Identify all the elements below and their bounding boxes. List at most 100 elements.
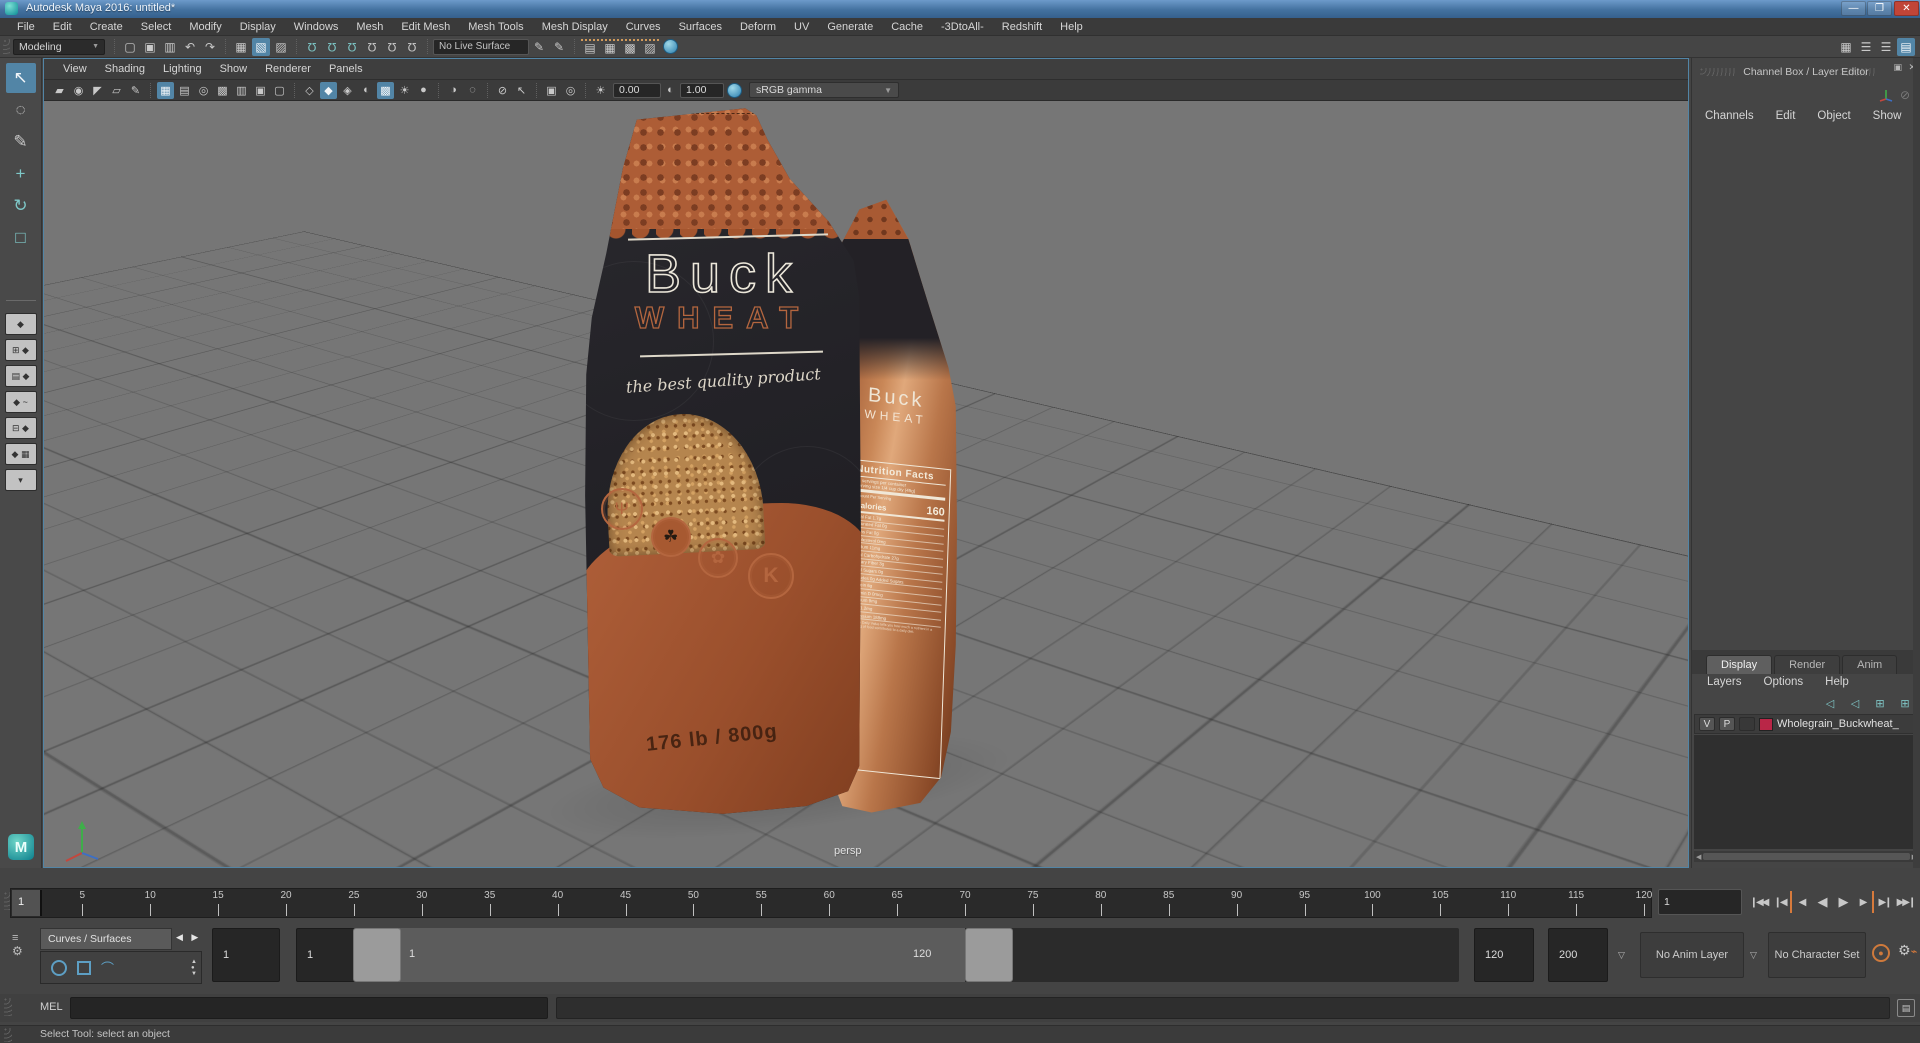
menu--3dtoall-[interactable]: -3DtoAll- [932,21,993,33]
save-scene-icon[interactable]: ▥ [161,38,179,56]
layout-single-pane-icon[interactable]: ◆ [4,313,37,335]
new-scene-icon[interactable]: ▢ [121,38,139,56]
color-management-toggle-icon[interactable] [727,82,742,98]
manipulator-axis-icon[interactable] [1878,88,1894,102]
isolate-select-icon[interactable]: ▣ [543,82,560,99]
tab-render[interactable]: Render [1774,655,1841,674]
panel-menu-renderer[interactable]: Renderer [256,63,320,75]
animation-end-field[interactable]: 200 [1548,928,1608,982]
resolution-gate-icon[interactable]: ◎ [195,82,212,99]
playback-end-field[interactable]: 120 [1474,928,1534,982]
panel-menu-panels[interactable]: Panels [320,63,372,75]
layer-editor-menu-help[interactable]: Help [1814,676,1860,688]
lasso-tool-icon[interactable]: ◌ [6,95,36,125]
layout-persp-graph-icon[interactable]: ◆ ~ [4,391,37,413]
scroll-left-arrow-icon[interactable]: ◀ [1696,853,1701,861]
snap-view-plane-icon[interactable]: Ω [383,38,401,56]
layout-persp-uv-icon[interactable]: ◆ ▦ [4,443,37,465]
bookmark-icon[interactable]: ◤ [89,82,106,99]
menu-edit-mesh[interactable]: Edit Mesh [392,21,459,33]
range-row-grip[interactable]: ≡ ⚙ [12,932,23,958]
mel-input-field[interactable] [70,997,548,1019]
snap-grid-icon[interactable]: Ω [303,38,321,56]
playback-range-bar[interactable] [399,928,965,982]
channel-box-menu-channels[interactable]: Channels [1694,110,1765,122]
render-sphere-icon[interactable] [663,39,678,54]
panel-menu-view[interactable]: View [54,63,96,75]
current-frame-field[interactable]: 1 [1658,889,1742,915]
maya-logo-icon[interactable]: M [8,834,34,860]
layer-color-swatch[interactable] [1759,717,1773,731]
snap-curve-icon[interactable]: Ω [323,38,341,56]
menu-cache[interactable]: Cache [882,21,932,33]
step-forward-frame-button[interactable]: ▶❙ [1874,891,1895,913]
script-editor-icon[interactable]: ▤ [1897,999,1915,1017]
maximize-button[interactable]: ❐ [1867,1,1892,16]
step-forward-key-button[interactable]: ▶ [1853,891,1874,913]
selection-pen-icon[interactable]: ✎ [550,38,568,56]
menu-help[interactable]: Help [1051,21,1092,33]
character-set-dropdown[interactable]: No Character Set [1768,932,1866,978]
layer-visibility-toggle[interactable]: V [1699,717,1715,731]
select-tool-icon[interactable]: ↖ [5,63,36,93]
default-material-icon[interactable]: ◐ [358,82,375,99]
menu-select[interactable]: Select [132,21,181,33]
menu-mesh[interactable]: Mesh [347,21,392,33]
buckwheat-package-model[interactable]: Buck WHEAT Nutrition Facts 18 servings p… [584,104,959,819]
panel-menu-shading[interactable]: Shading [96,63,154,75]
menu-uv[interactable]: UV [785,21,818,33]
tab-display[interactable]: Display [1706,655,1773,674]
anim-layer-dropdown[interactable]: No Anim Layer [1640,932,1744,978]
menu-redshift[interactable]: Redshift [993,21,1051,33]
range-slider[interactable]: 1 120 [353,928,1459,982]
camera-attributes-icon[interactable]: ◉ [70,82,87,99]
sidebar-layers-toggle-icon[interactable]: ▤ [1897,37,1915,56]
tool-settings-toggle-icon[interactable]: ☰ [1857,38,1875,56]
nurbs-circle-icon[interactable] [51,959,67,976]
no-manipulator-icon[interactable]: ⊘ [1900,88,1910,102]
go-to-start-button[interactable]: ❙◀◀ [1748,891,1770,913]
selection-highlight-icon[interactable]: ↖ [513,82,530,99]
channel-box-empty-area[interactable] [1692,132,1920,648]
shelf-popup-header[interactable]: Curves / Surfaces [40,928,172,950]
multisample-icon[interactable]: ⊘ [494,82,511,99]
channel-box-menu-show[interactable]: Show [1862,110,1913,122]
undo-icon[interactable]: ↶ [181,38,199,56]
menu-generate[interactable]: Generate [818,21,882,33]
open-scene-icon[interactable]: ▣ [141,38,159,56]
tab-anim[interactable]: Anim [1842,655,1898,674]
exposure-icon[interactable]: ☀ [592,82,609,99]
select-hierarchy-icon[interactable]: ▦ [232,38,250,56]
current-frame-marker[interactable]: 1 [12,890,42,916]
panel-menu-show[interactable]: Show [211,63,257,75]
wireframe-on-shaded-icon[interactable]: ◈ [339,82,356,99]
menu-surfaces[interactable]: Surfaces [670,21,731,33]
shelf-scroll-arrows[interactable]: ▲ ● ▼ [191,959,197,977]
ipr-render-icon[interactable]: ▩ [621,39,639,55]
range-start-handle[interactable] [353,928,401,982]
scrollbar-thumb[interactable] [1703,853,1910,860]
wireframe-icon[interactable]: ◇ [301,82,318,99]
select-object-icon[interactable]: ▧ [252,37,270,56]
command-line-label[interactable]: MEL [40,1001,63,1013]
channel-box-menu-object[interactable]: Object [1806,110,1861,122]
layer-row[interactable]: V P Wholegrain_Buckwheat_ [1694,714,1919,734]
menu-file[interactable]: File [8,21,44,33]
motion-blur-icon[interactable]: ◌ [464,82,481,99]
menu-deform[interactable]: Deform [731,21,785,33]
play-forward-button[interactable]: ▶ [1832,891,1853,913]
layer-editor-menu-options[interactable]: Options [1753,676,1815,688]
open-render-view-icon[interactable]: ▤ [581,39,599,55]
rotate-tool-icon[interactable]: ↻ [6,191,36,221]
menu-create[interactable]: Create [81,21,132,33]
menu-mesh-tools[interactable]: Mesh Tools [459,21,532,33]
grid-toggle-icon[interactable]: ▦ [157,81,174,99]
redo-icon[interactable]: ↷ [201,38,219,56]
shaded-icon[interactable]: ◆ [320,81,337,99]
lights-icon[interactable]: ☀ [396,82,413,99]
field-chart-icon[interactable]: ▥ [233,82,250,99]
move-layer-up-icon[interactable]: ◁ [1822,696,1838,710]
play-backwards-button[interactable]: ◀ [1811,891,1832,913]
mel-result-field[interactable] [556,997,1890,1019]
layer-display-type-box[interactable] [1739,717,1755,731]
